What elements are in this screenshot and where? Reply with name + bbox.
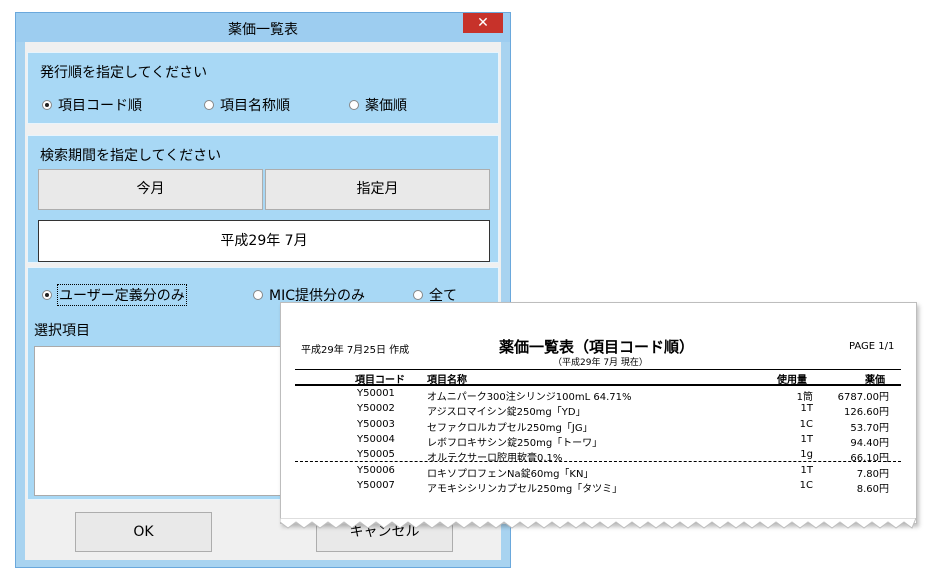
row-name: オムニパーク300注シリンジ100mL 64.71% <box>427 392 632 403</box>
row-name: アモキシシリンカプセル250mg「タツミ」 <box>427 483 623 495</box>
row-price: 53.70円 <box>850 422 889 434</box>
radio-selected-icon <box>42 100 52 110</box>
row-price: 126.60円 <box>844 407 889 419</box>
row-usage: 1T <box>800 403 813 415</box>
selection-label: 選択項目 <box>34 323 90 339</box>
radio-label: ユーザー定義分のみ <box>57 284 187 306</box>
row-code: Y50004 <box>357 433 395 445</box>
header-rule-top <box>295 369 901 370</box>
row-code: Y50005 <box>357 449 395 461</box>
radio-order-name[interactable]: 項目名称順 <box>204 95 290 115</box>
radio-selected-icon <box>42 290 52 300</box>
report-created-date: 平成29年 7月25日 作成 <box>301 345 410 356</box>
row-usage: 1T <box>800 433 813 445</box>
this-month-button[interactable]: 今月 <box>38 169 263 210</box>
radio-unselected-icon <box>349 100 359 110</box>
torn-paper-edge <box>280 518 916 529</box>
radio-label: 薬価順 <box>365 98 407 114</box>
dialog-title: 薬価一覧表 <box>228 22 298 38</box>
radio-order-price[interactable]: 薬価順 <box>349 95 407 115</box>
report-title: 薬価一覧表（項目コード順） <box>499 338 695 356</box>
period-group-label: 検索期間を指定してください <box>40 148 222 164</box>
specified-month-button[interactable]: 指定月 <box>265 169 490 210</box>
row-usage: 1g <box>800 449 813 461</box>
row-code: Y50002 <box>357 403 395 415</box>
radio-order-code[interactable]: 項目コード順 <box>42 95 142 115</box>
row-code: Y50001 <box>357 388 395 399</box>
close-icon[interactable]: ✕ <box>463 13 503 33</box>
row-price: 6787.00円 <box>837 392 889 403</box>
row-price: 8.60円 <box>856 483 889 495</box>
row-code: Y50007 <box>357 479 395 491</box>
period-group: 検索期間を指定してください 今月 指定月 平成29年 7月 <box>27 135 499 263</box>
row-usage: 1C <box>799 479 813 491</box>
row-usage: 1T <box>800 464 813 476</box>
row-name: レボフロキサシン錠250mg「トーワ」 <box>427 437 603 449</box>
radio-label: 項目コード順 <box>58 98 142 114</box>
row-code: Y50006 <box>357 464 395 476</box>
radio-label: 項目名称順 <box>220 98 290 114</box>
row-name: セファクロルカプセル250mg「JG」 <box>427 422 593 434</box>
title-bar[interactable]: 薬価一覧表 ✕ <box>16 13 510 42</box>
row-name: アジスロマイシン錠250mg「YD」 <box>427 407 586 419</box>
order-group-label: 発行順を指定してください <box>40 65 208 81</box>
report-preview: 平成29年 7月25日 作成 薬価一覧表（項目コード順） （平成29年 7月 現… <box>280 302 917 524</box>
report-page-number: PAGE 1/1 <box>849 341 895 352</box>
row-price: 94.40円 <box>850 437 889 449</box>
ok-button[interactable]: OK <box>75 512 212 552</box>
order-group: 発行順を指定してください 項目コード順 項目名称順 薬価順 <box>27 52 499 124</box>
row-code: Y50003 <box>357 418 395 430</box>
row-usage: 1筒 <box>796 392 813 403</box>
radio-unselected-icon <box>413 290 423 300</box>
row-name: ロキソプロフェンNa錠60mg「KN」 <box>427 468 594 480</box>
radio-unselected-icon <box>253 290 263 300</box>
header-rule-bottom <box>295 384 901 386</box>
report-subtitle: （平成29年 7月 現在） <box>553 358 648 368</box>
dashed-separator <box>295 461 901 462</box>
radio-unselected-icon <box>204 100 214 110</box>
row-price: 7.80円 <box>856 468 889 480</box>
row-usage: 1C <box>799 418 813 430</box>
radio-user-defined[interactable]: ユーザー定義分のみ <box>42 284 187 306</box>
period-display: 平成29年 7月 <box>38 220 490 262</box>
